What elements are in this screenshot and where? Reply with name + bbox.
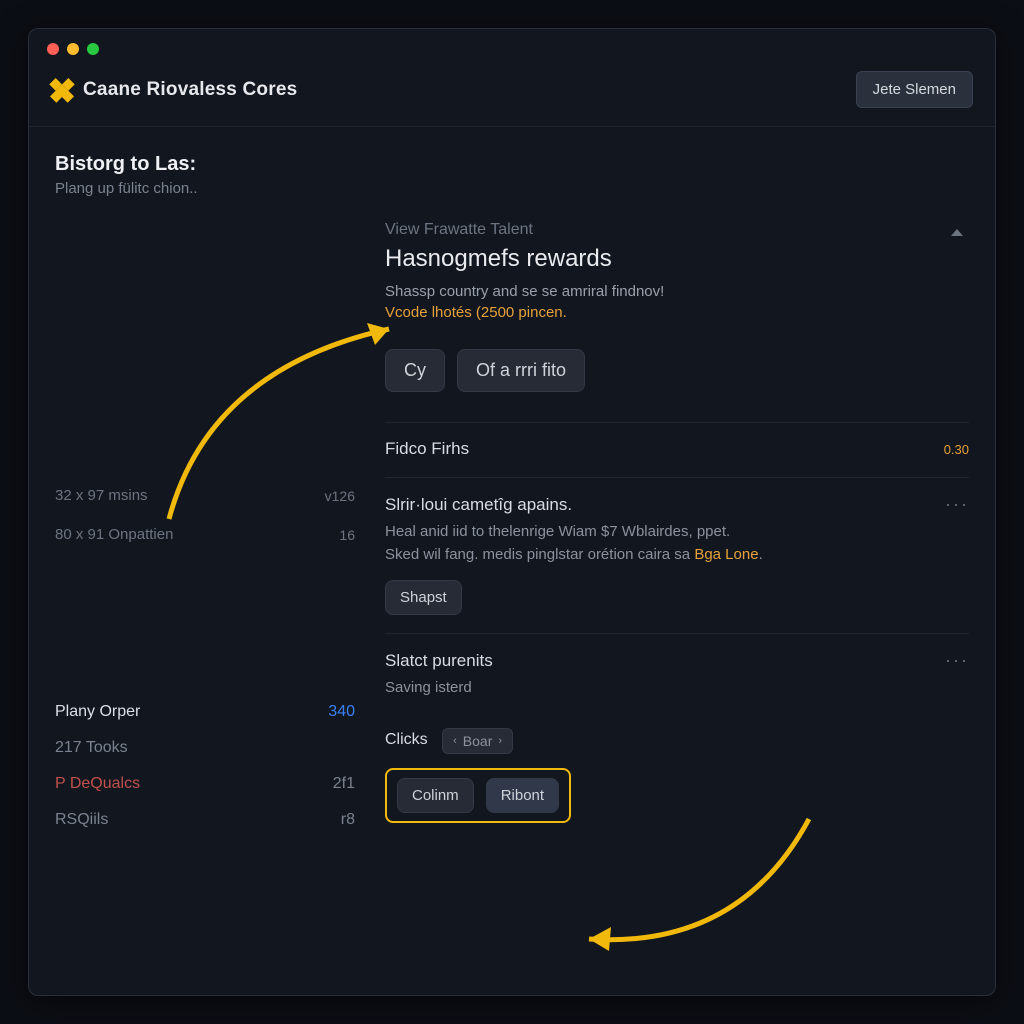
more-icon[interactable]: ··· (945, 494, 969, 515)
sidebar: Bistorg to Las: Plang up fülitc chion.. … (55, 149, 355, 983)
list-item-title: Slrir·loui cametîg apains. (385, 495, 572, 515)
list-item: Slrir·loui cametîg apains. ··· Heal anid… (385, 477, 969, 633)
pill-label: Boar (463, 733, 493, 749)
cy-button[interactable]: Cy (385, 349, 445, 392)
highlighted-action-box: Colinm Ribont (385, 768, 571, 823)
stat-label: 32 x 97 msins (55, 487, 148, 504)
list-item-title: Slatct purenits (385, 651, 493, 671)
list-item-body: Heal anid iid to thelenrige Wiam $7 Wbla… (385, 521, 969, 566)
header-action-button[interactable]: Jete Slemen (856, 71, 973, 108)
list-item: Slatct purenits ··· Saving isterd (385, 633, 969, 718)
content-body: Bistorg to Las: Plang up fülitc chion.. … (29, 127, 995, 983)
primary-button-row: Cy Of a rrri fito (385, 349, 969, 392)
stat-value: 16 (339, 527, 355, 543)
stat-row: 32 x 97 msins v126 (55, 487, 355, 504)
order-label: RSQiils (55, 811, 108, 829)
list-item-sub: Saving isterd (385, 677, 969, 700)
boar-pill[interactable]: ‹ Boar › (442, 728, 513, 754)
list-item-badge: 0.30 (944, 442, 969, 457)
order-value: 340 (328, 703, 355, 721)
close-window-icon[interactable] (47, 43, 59, 55)
order-row[interactable]: 217 Tooks (55, 739, 355, 757)
list-item-line: Sked wil fang. medis pinglstar orétion c… (385, 544, 969, 567)
more-icon[interactable]: ··· (945, 650, 969, 671)
stat-label: 80 x 91 Onpattien (55, 526, 173, 543)
order-value: r8 (341, 811, 355, 829)
list-item-line: Heal anid iid to thelenrige Wiam $7 Wbla… (385, 521, 969, 544)
collapse-icon[interactable] (951, 229, 963, 236)
order-block: Plany Orper 340 217 Tooks P DeQualcs 2f1… (55, 703, 355, 829)
order-label: Plany Orper (55, 703, 140, 721)
page-title: Hasnogmefs rewards (385, 245, 969, 273)
app-window: Caane Riovaless Cores Jete Slemen Bistor… (28, 28, 996, 996)
order-row[interactable]: RSQiils r8 (55, 811, 355, 829)
brand-title: Caane Riovaless Cores (83, 79, 297, 101)
order-label: 217 Tooks (55, 739, 128, 757)
shapst-button[interactable]: Shapst (385, 580, 462, 615)
clicks-row: Clicks ‹ Boar › (385, 718, 969, 754)
order-row[interactable]: Plany Orper 340 (55, 703, 355, 721)
minimize-window-icon[interactable] (67, 43, 79, 55)
order-row[interactable]: P DeQualcs 2f1 (55, 775, 355, 793)
brand-logo-icon (46, 74, 77, 105)
maximize-window-icon[interactable] (87, 43, 99, 55)
page-reward-note: Vcode lhotés (2500 pincen. (385, 304, 969, 321)
confirm-button[interactable]: Colinm (397, 778, 474, 813)
header-bar: Caane Riovaless Cores Jete Slemen (29, 65, 995, 127)
list-item-title: Fidco Firhs (385, 439, 469, 459)
ribont-button[interactable]: Ribont (486, 778, 559, 813)
stat-value: v126 (325, 488, 355, 504)
eyebrow-link[interactable]: View Frawatte Talent (385, 221, 969, 239)
sidebar-title: Bistorg to Las: (55, 153, 355, 176)
of-button[interactable]: Of a rrri fito (457, 349, 585, 392)
order-label: P DeQualcs (55, 775, 140, 793)
page-subtitle: Shassp country and se se amriral findnov… (385, 283, 969, 300)
list-item: Fidco Firhs 0.30 (385, 422, 969, 477)
inline-highlight[interactable]: Bga Lone (694, 546, 758, 563)
clicks-label: Clicks (385, 731, 428, 748)
main-panel: View Frawatte Talent Hasnogmefs rewards … (385, 149, 969, 983)
stat-row: 80 x 91 Onpattien 16 (55, 526, 355, 543)
sidebar-subtitle: Plang up fülitc chion.. (55, 180, 355, 197)
titlebar (29, 29, 995, 65)
window-controls (47, 43, 99, 55)
order-value: 2f1 (333, 775, 355, 793)
